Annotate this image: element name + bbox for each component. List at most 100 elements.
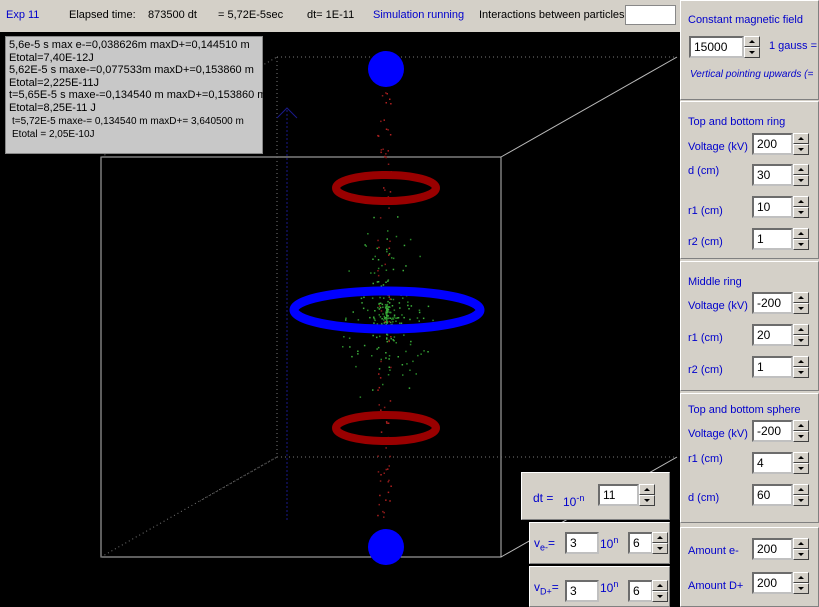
particle [399, 322, 401, 324]
dt-spinner[interactable] [639, 484, 655, 506]
spin-up-icon[interactable] [793, 292, 809, 303]
spin-up-icon[interactable] [793, 538, 809, 549]
voltage-label: Voltage (kV) [688, 141, 748, 153]
particle [388, 207, 390, 209]
sphere-d-spinner[interactable] [793, 484, 809, 506]
particle [419, 255, 421, 258]
spin-up-icon[interactable] [793, 164, 809, 175]
interactions-toggle[interactable] [625, 5, 676, 25]
vd-mantissa-input[interactable]: 3 [565, 580, 599, 602]
sphere-r1-input[interactable]: 4 [752, 452, 793, 474]
particle [377, 455, 379, 457]
spin-up-icon[interactable] [793, 324, 809, 335]
particle [387, 422, 390, 424]
particle [393, 314, 396, 316]
spin-down-icon[interactable] [793, 239, 809, 250]
spin-up-icon[interactable] [639, 484, 655, 495]
spin-down-icon[interactable] [639, 495, 655, 506]
particle [386, 333, 388, 336]
particle [363, 296, 365, 299]
spin-down-icon[interactable] [793, 175, 809, 186]
middle-r2-input[interactable]: 1 [752, 356, 793, 378]
spin-down-icon[interactable] [793, 367, 809, 378]
sphere-voltage-spinner[interactable] [793, 420, 809, 442]
sphere-r1-spinner[interactable] [793, 452, 809, 474]
middle-r2-spinner[interactable] [793, 356, 809, 378]
spin-up-icon[interactable] [793, 356, 809, 367]
box-back-edge [100, 456, 278, 558]
middle-voltage-spinner[interactable] [793, 292, 809, 314]
spin-down-icon[interactable] [793, 303, 809, 314]
ring-r2-spinner[interactable] [793, 228, 809, 250]
spin-down-icon[interactable] [744, 47, 760, 58]
spin-up-icon[interactable] [652, 580, 668, 591]
amount-d-input[interactable]: 200 [752, 572, 793, 594]
magnetic-field-input[interactable]: 15000 [689, 36, 744, 58]
particle [418, 309, 421, 311]
ve-base: 10 [600, 537, 614, 551]
spin-up-icon[interactable] [793, 452, 809, 463]
ve-exponent-input[interactable]: 6 [628, 532, 653, 554]
spin-up-icon[interactable] [793, 196, 809, 207]
spin-down-icon[interactable] [793, 463, 809, 474]
spin-down-icon[interactable] [793, 431, 809, 442]
spin-down-icon[interactable] [793, 207, 809, 218]
vd-label: vD+= [534, 580, 559, 596]
middle-r1-spinner[interactable] [793, 324, 809, 346]
particle [379, 494, 381, 497]
ring-d-spinner[interactable] [793, 164, 809, 186]
sphere-d-input[interactable]: 60 [752, 484, 793, 506]
spin-down-icon[interactable] [793, 549, 809, 560]
spin-down-icon[interactable] [793, 144, 809, 155]
ring-voltage-spinner[interactable] [793, 133, 809, 155]
dt-exponent-input[interactable]: 11 [598, 484, 639, 506]
middle-r1-input[interactable]: 20 [752, 324, 793, 346]
spin-up-icon[interactable] [793, 228, 809, 239]
spin-up-icon[interactable] [744, 36, 760, 47]
particle [372, 334, 374, 337]
middle-voltage-input[interactable]: -200 [752, 292, 793, 314]
spin-up-icon[interactable] [793, 484, 809, 495]
ve-spinner[interactable] [652, 532, 668, 554]
panel-title: Top and bottom ring [688, 116, 786, 128]
vd-power: 10n [600, 579, 618, 595]
particle [388, 302, 391, 304]
ring-r1-input[interactable]: 10 [752, 196, 793, 218]
spin-down-icon[interactable] [652, 591, 668, 602]
amount-d-spinner[interactable] [793, 572, 809, 594]
ve-subscript: e- [540, 542, 549, 553]
ring-r2-input[interactable]: 1 [752, 228, 793, 250]
spin-up-icon[interactable] [652, 532, 668, 543]
ring-d-input[interactable]: 30 [752, 164, 793, 186]
spin-down-icon[interactable] [793, 335, 809, 346]
vd-spinner[interactable] [652, 580, 668, 602]
particle [395, 235, 398, 238]
spin-up-icon[interactable] [793, 572, 809, 583]
particle [377, 274, 380, 277]
spin-down-icon[interactable] [652, 543, 668, 554]
spin-down-icon[interactable] [793, 583, 809, 594]
magnetic-field-spinner[interactable] [744, 36, 760, 58]
particle [373, 216, 375, 219]
ring-r1-spinner[interactable] [793, 196, 809, 218]
particle [386, 313, 388, 315]
particle [374, 319, 376, 322]
particle [386, 305, 388, 307]
vd-exponent-input[interactable]: 6 [628, 580, 653, 602]
particle [401, 314, 403, 316]
amount-e-spinner[interactable] [793, 538, 809, 560]
particle [383, 119, 385, 121]
particle [388, 355, 391, 357]
ring-voltage-input[interactable]: 200 [752, 133, 793, 155]
ve-mantissa-input[interactable]: 3 [565, 532, 599, 554]
spin-up-icon[interactable] [793, 420, 809, 431]
amount-e-input[interactable]: 200 [752, 538, 793, 560]
particle [390, 337, 392, 340]
particle [388, 479, 390, 482]
particle [409, 369, 411, 371]
particle [385, 102, 387, 104]
sphere-voltage-input[interactable]: -200 [752, 420, 793, 442]
spin-up-icon[interactable] [793, 133, 809, 144]
particle [382, 148, 384, 150]
spin-down-icon[interactable] [793, 495, 809, 506]
